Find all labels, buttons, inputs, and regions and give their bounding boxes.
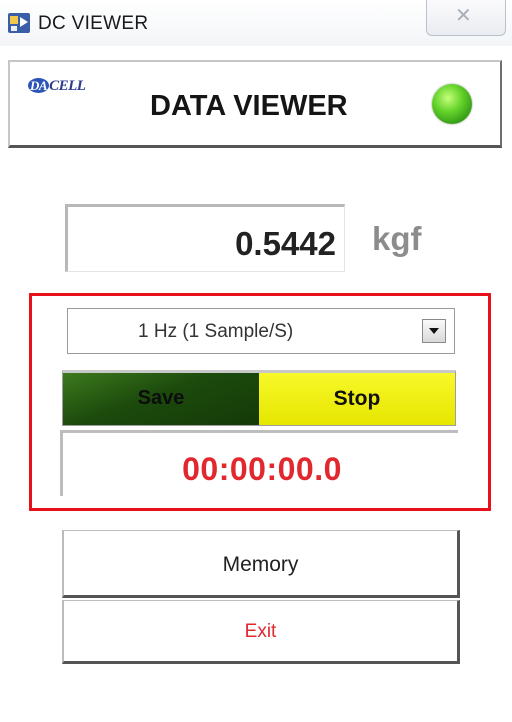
- header-panel: DA CELL DATA VIEWER: [8, 60, 502, 148]
- exit-button[interactable]: Exit: [62, 600, 460, 664]
- exit-button-label: Exit: [244, 621, 277, 642]
- window-title: DC VIEWER: [38, 13, 149, 34]
- status-led-icon: [432, 84, 472, 124]
- logo-text: CELL: [49, 78, 86, 94]
- logo-mark: DA: [28, 78, 50, 93]
- measurement-value: 0.5442: [235, 225, 336, 262]
- sample-rate-select[interactable]: 1 Hz (1 Sample/S): [67, 308, 455, 354]
- stop-button[interactable]: Stop: [259, 373, 455, 425]
- close-icon: ✕: [455, 5, 472, 27]
- dropdown-arrow-button[interactable]: [422, 319, 446, 343]
- dc-viewer-window: DC VIEWER ✕ DA CELL DATA VIEWER 0.5442 kg…: [0, 0, 512, 722]
- measurement-unit: kgf: [372, 220, 422, 257]
- save-button[interactable]: Save: [63, 373, 259, 425]
- record-controls: Save Stop: [62, 370, 456, 426]
- close-button[interactable]: ✕: [426, 0, 506, 36]
- timer-value: 00:00:00.0: [182, 451, 342, 487]
- timer-display: 00:00:00.0: [60, 430, 458, 496]
- save-button-label: Save: [137, 387, 185, 409]
- memory-button-label: Memory: [222, 553, 299, 576]
- memory-button[interactable]: Memory: [62, 530, 460, 598]
- title-bar: DC VIEWER ✕: [0, 0, 512, 46]
- sample-rate-value: 1 Hz (1 Sample/S): [138, 321, 294, 342]
- chevron-down-icon: [429, 328, 439, 334]
- app-icon: [8, 13, 30, 33]
- page-title: DATA VIEWER: [150, 90, 348, 122]
- stop-button-label: Stop: [333, 387, 381, 410]
- measurement-display: 0.5442: [65, 204, 345, 272]
- dacell-logo: DA CELL: [28, 78, 86, 95]
